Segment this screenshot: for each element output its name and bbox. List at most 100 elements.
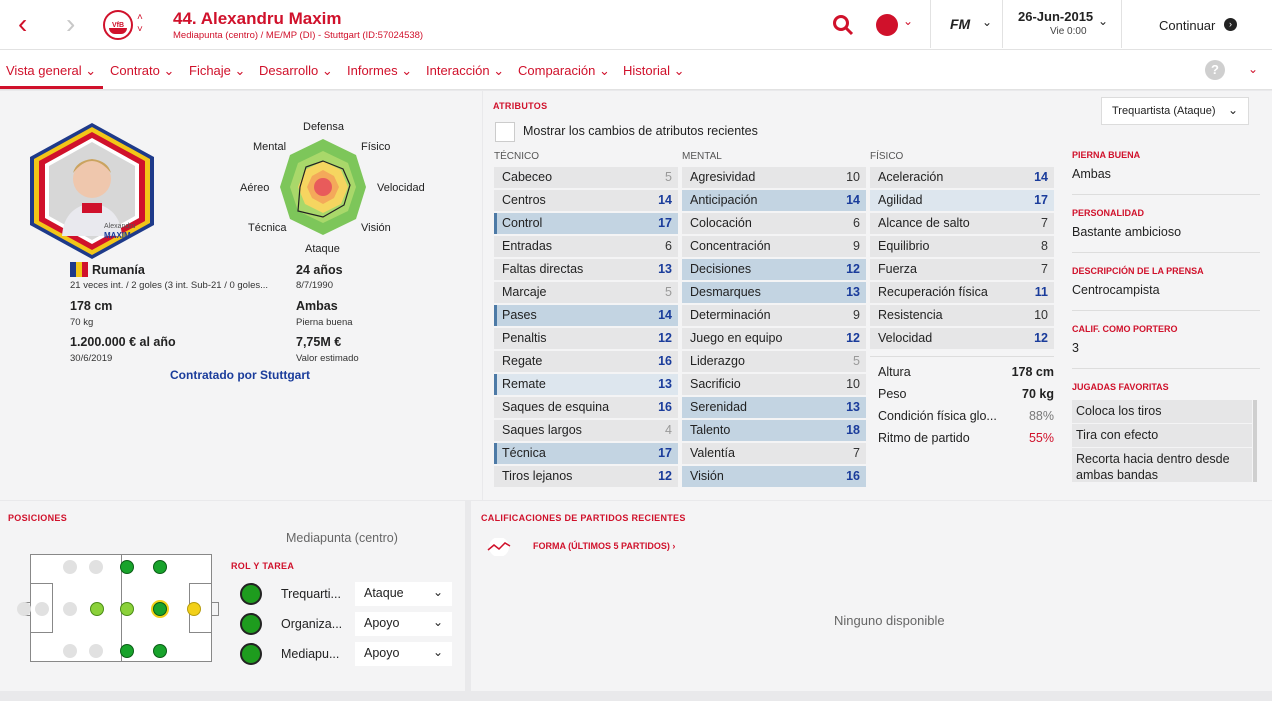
show-changes-label: Mostrar los cambios de atributos recient… bbox=[523, 124, 758, 138]
caps: 21 veces int. / 2 goles (3 int. Sub-21 /… bbox=[70, 280, 269, 291]
mental-header: MENTAL bbox=[682, 151, 722, 162]
position-dot bbox=[35, 602, 49, 616]
role-name: Mediapu... bbox=[281, 647, 340, 661]
role-select[interactable]: Trequartista (Ataque) ⌄ bbox=[1101, 97, 1249, 125]
attribute-name: Saques largos bbox=[502, 423, 582, 437]
radar-label-aereo: Aéreo bbox=[240, 182, 270, 194]
attribute-name: Penaltis bbox=[502, 331, 547, 345]
attribute-row: Aceleración 14 bbox=[870, 167, 1054, 188]
tab-contrato[interactable]: Contrato ⌄ bbox=[110, 63, 174, 79]
attributes-panel: ATRIBUTOS Trequartista (Ataque) ⌄ Mostrar… bbox=[483, 91, 1272, 500]
chevron-down-icon[interactable]: ⌄ bbox=[1248, 62, 1258, 76]
attribute-row: Equilibrio 8 bbox=[870, 236, 1054, 257]
attribute-row: Saques largos 4 bbox=[494, 420, 678, 441]
continue-button[interactable]: Continuar bbox=[1159, 18, 1215, 33]
card-first-name: Alexandru bbox=[104, 223, 136, 230]
attribute-row: Liderazgo 5 bbox=[682, 351, 866, 372]
role-select-value: Trequartista (Ataque) bbox=[1112, 105, 1216, 117]
search-icon[interactable] bbox=[832, 14, 854, 36]
attribute-row: Centros 14 bbox=[494, 190, 678, 211]
physical-extra-value: 70 kg bbox=[1022, 387, 1054, 401]
attribute-row: Cabeceo 5 bbox=[494, 167, 678, 188]
favorite-move: Recorta hacia dentro desde ambas bandas bbox=[1072, 448, 1252, 482]
attribute-value: 11 bbox=[1034, 285, 1048, 299]
role-rating-icon bbox=[240, 583, 262, 605]
attribute-value: 18 bbox=[846, 423, 860, 437]
attribute-value: 17 bbox=[1034, 193, 1048, 207]
attribute-name: Pases bbox=[502, 308, 537, 322]
position-dot bbox=[17, 602, 31, 616]
positions-panel: POSICIONES Mediapunta (centro) ROL Y TAR… bbox=[0, 501, 465, 691]
position-dot bbox=[153, 560, 167, 574]
preferred-foot: Ambas bbox=[296, 299, 338, 313]
attribute-name: Resistencia bbox=[878, 308, 943, 322]
attribute-row: Regate 16 bbox=[494, 351, 678, 372]
attribute-value: 17 bbox=[658, 446, 672, 460]
tab-desarrollo[interactable]: Desarrollo ⌄ bbox=[259, 63, 333, 79]
attribute-name: Aceleración bbox=[878, 170, 944, 184]
attribute-row: Determinación 9 bbox=[682, 305, 866, 326]
attribute-value: 12 bbox=[846, 262, 860, 276]
active-tab-indicator bbox=[0, 86, 103, 89]
tab-label: Historial bbox=[623, 63, 670, 78]
duty-select[interactable]: Ataque ⌄ bbox=[355, 582, 452, 606]
chevron-down-icon[interactable]: ⌄ bbox=[982, 15, 992, 29]
globe-icon[interactable] bbox=[876, 14, 898, 36]
tab-label: Informes bbox=[347, 63, 398, 78]
tab-vista-general[interactable]: Vista general ⌄ bbox=[6, 63, 96, 79]
chevron-down-icon[interactable]: ⌄ bbox=[1098, 14, 1108, 28]
attribute-name: Recuperación física bbox=[878, 285, 988, 299]
chevron-down-icon[interactable]: ⌄ bbox=[903, 14, 913, 28]
duty-value: Ataque bbox=[364, 586, 404, 600]
attribute-row: Serenidad 13 bbox=[682, 397, 866, 418]
attribute-value: 14 bbox=[846, 193, 860, 207]
attribute-value: 5 bbox=[665, 170, 672, 184]
attribute-row: Fuerza 7 bbox=[870, 259, 1054, 280]
physical-extra-name: Ritmo de partido bbox=[878, 431, 970, 445]
position-dot bbox=[120, 644, 134, 658]
technical-header: TÉCNICO bbox=[494, 151, 539, 162]
fm-logo[interactable]: FM bbox=[950, 16, 970, 32]
player-cycle-icon[interactable]: ˄ ˅ bbox=[137, 12, 143, 36]
attribute-value: 13 bbox=[658, 262, 672, 276]
duty-value: Apoyo bbox=[364, 616, 400, 630]
attribute-value: 12 bbox=[658, 331, 672, 345]
tab-informes[interactable]: Informes ⌄ bbox=[347, 63, 412, 79]
attribute-row: Velocidad 12 bbox=[870, 328, 1054, 349]
position-dot bbox=[120, 560, 134, 574]
positions-title: POSICIONES bbox=[8, 513, 68, 523]
player-portrait bbox=[30, 123, 154, 259]
forward-arrow-icon[interactable]: › bbox=[66, 10, 75, 38]
attribute-name: Tiros lejanos bbox=[502, 469, 573, 483]
attribute-row: Colocación 6 bbox=[682, 213, 866, 234]
role-name: Trequarti... bbox=[281, 587, 341, 601]
attribute-value: 13 bbox=[846, 400, 860, 414]
duty-select[interactable]: Apoyo ⌄ bbox=[355, 642, 452, 666]
attribute-value: 12 bbox=[1034, 331, 1048, 345]
selected-position-dot[interactable] bbox=[153, 602, 167, 616]
physical-extra-name: Altura bbox=[878, 365, 911, 379]
back-arrow-icon[interactable]: ‹ bbox=[18, 10, 27, 38]
form-link[interactable]: FORMA (ÚLTIMOS 5 PARTIDOS) › bbox=[533, 541, 675, 551]
nation: Rumanía bbox=[92, 263, 145, 277]
contracted-by-link[interactable]: Contratado por Stuttgart bbox=[170, 368, 310, 382]
attribute-name: Serenidad bbox=[690, 400, 747, 414]
tab-interaccion[interactable]: Interacción ⌄ bbox=[426, 63, 504, 79]
moves-scrollbar[interactable] bbox=[1253, 400, 1257, 482]
tab-historial[interactable]: Historial ⌄ bbox=[623, 63, 684, 79]
attribute-value: 16 bbox=[658, 400, 672, 414]
tab-bar: Vista general ⌄ Contrato ⌄ Fichaje ⌄ Des… bbox=[0, 50, 1272, 90]
show-changes-checkbox[interactable] bbox=[495, 122, 515, 142]
tab-label: Vista general bbox=[6, 63, 82, 78]
tab-comparacion[interactable]: Comparación ⌄ bbox=[518, 63, 610, 79]
attribute-value: 5 bbox=[665, 285, 672, 299]
attribute-name: Saques de esquina bbox=[502, 400, 610, 414]
attribute-row: Entradas 6 bbox=[494, 236, 678, 257]
tab-fichaje[interactable]: Fichaje ⌄ bbox=[189, 63, 245, 79]
attribute-row: Agilidad 17 bbox=[870, 190, 1054, 211]
duty-select[interactable]: Apoyo ⌄ bbox=[355, 612, 452, 636]
help-icon[interactable]: ? bbox=[1205, 60, 1225, 80]
tab-label: Comparación bbox=[518, 63, 596, 78]
foot-value: Ambas bbox=[1072, 167, 1111, 181]
continue-arrow-icon[interactable]: › bbox=[1224, 18, 1237, 31]
